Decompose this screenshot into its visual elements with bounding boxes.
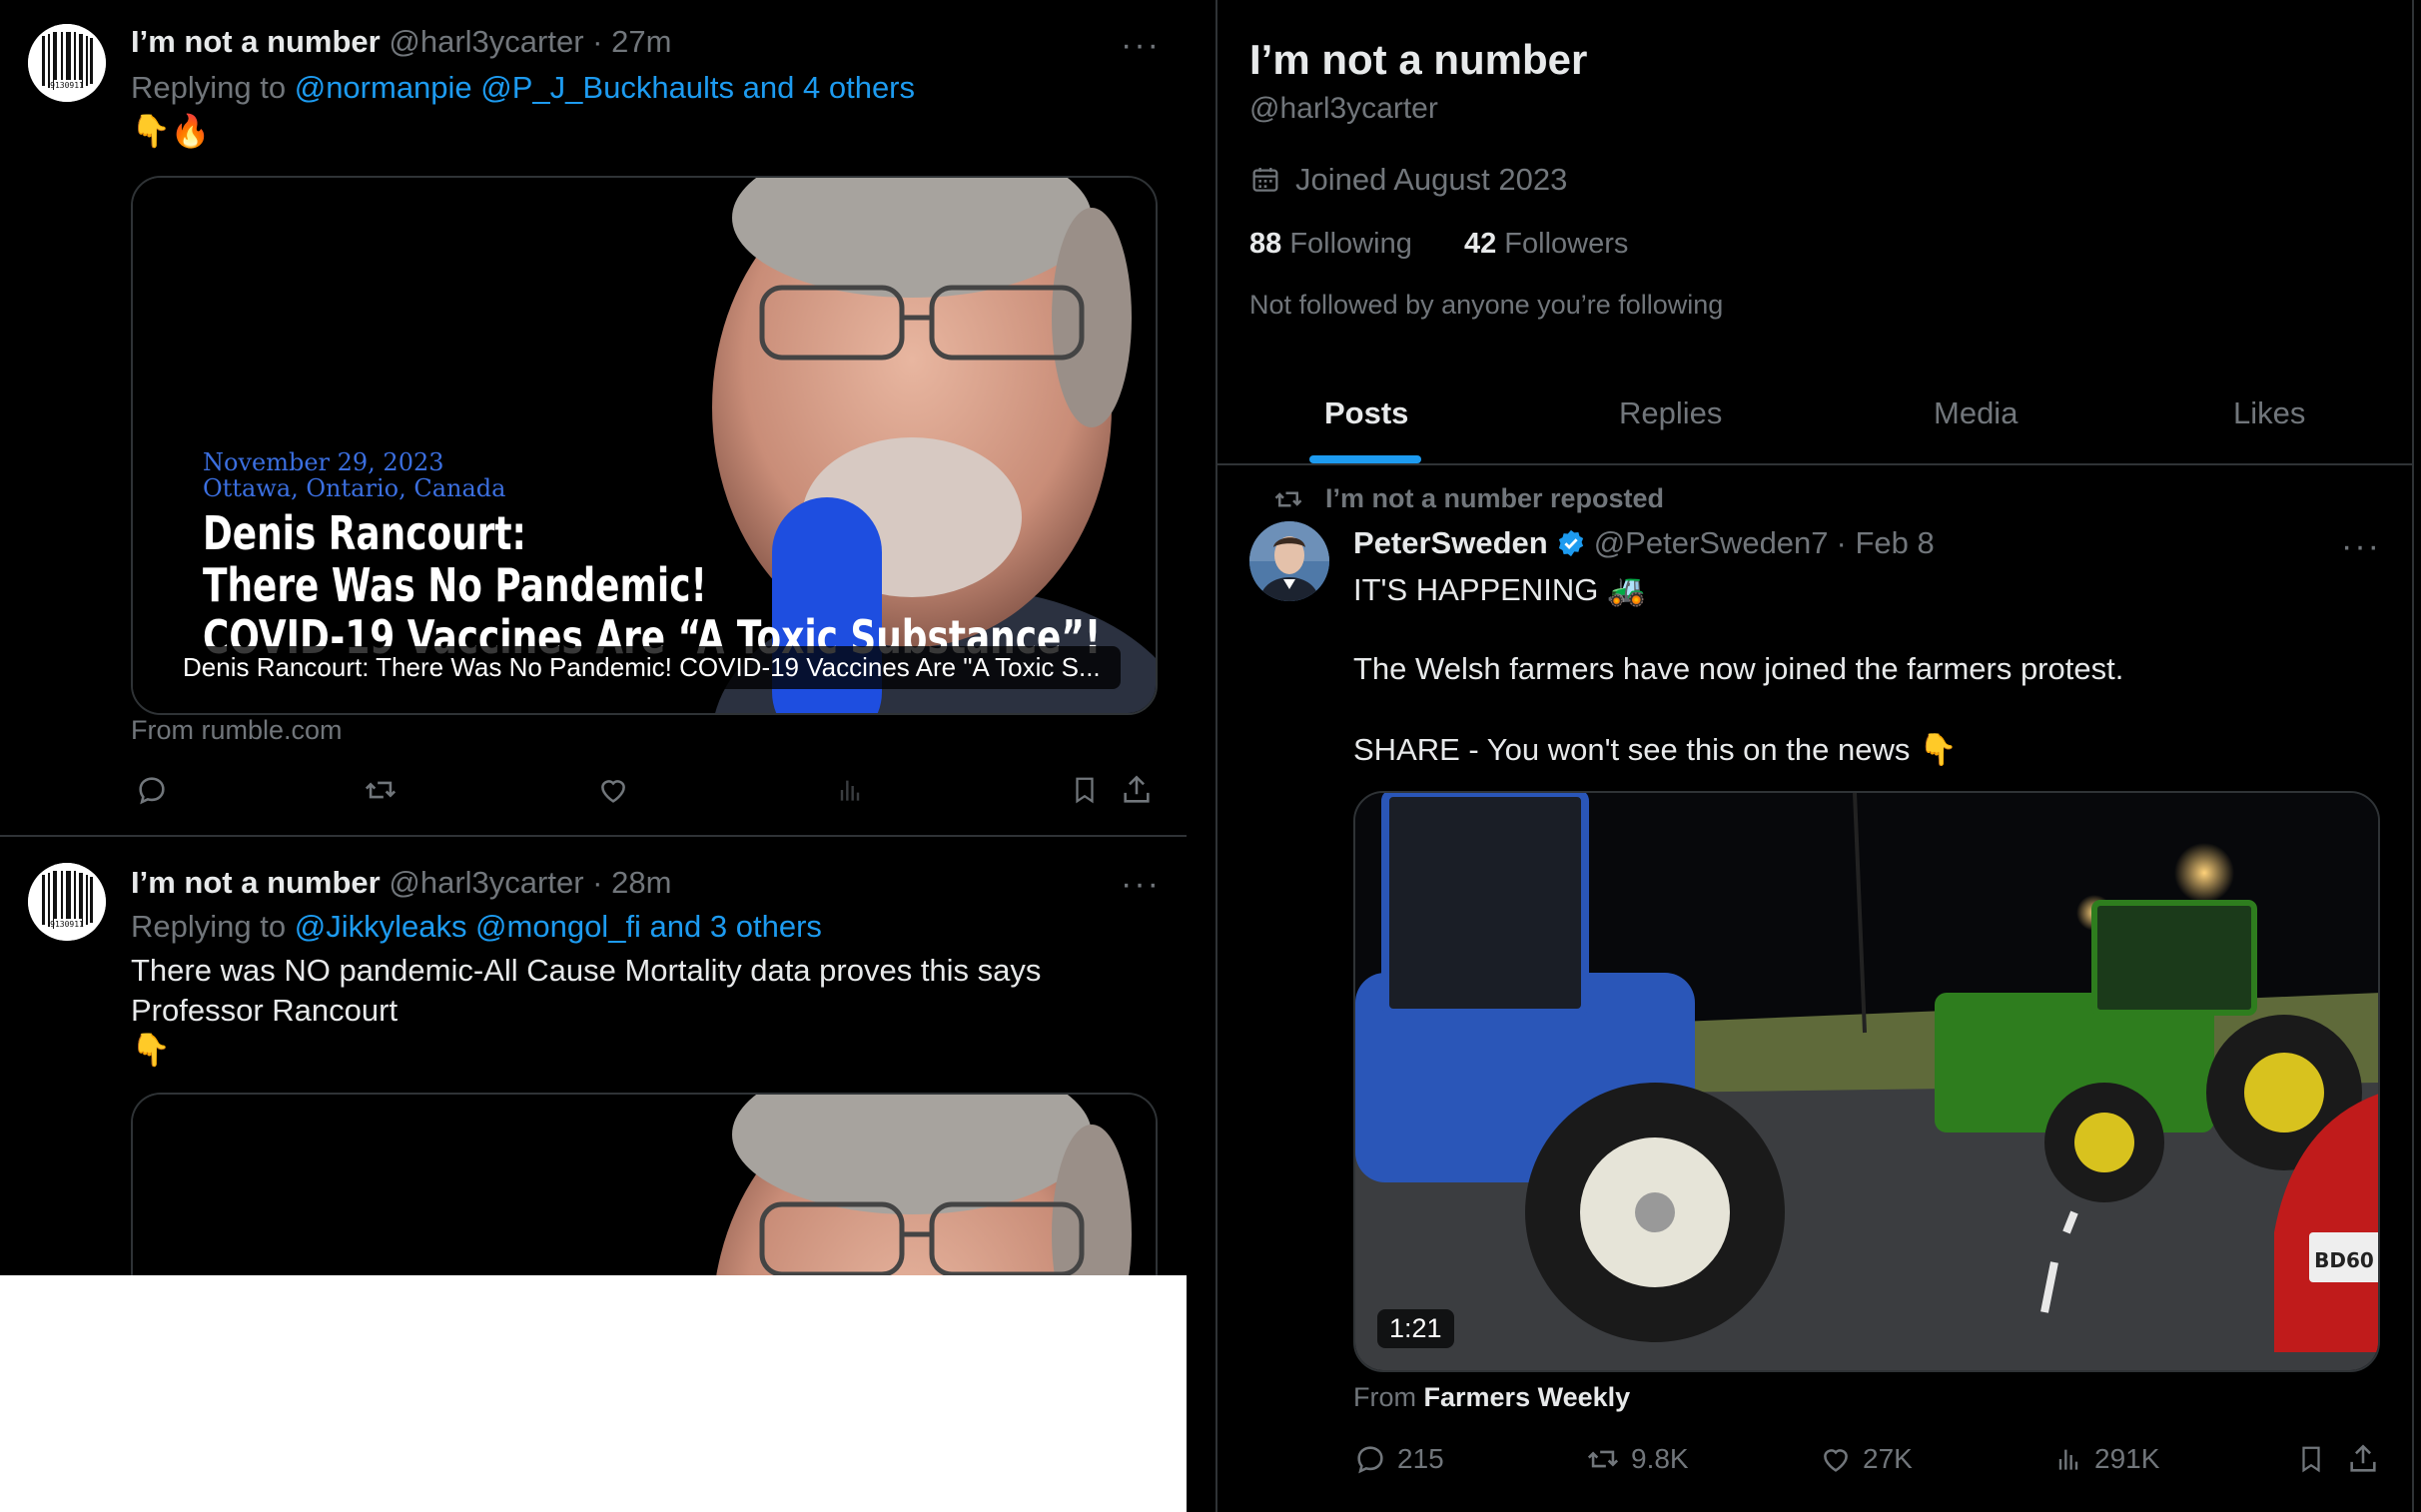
author-handle[interactable]: @harl3ycarter xyxy=(389,865,583,900)
followers-count: 42 xyxy=(1463,228,1497,260)
source-prefix: From xyxy=(1353,1382,1416,1412)
tweet-actions xyxy=(131,773,1158,813)
share-button[interactable] xyxy=(2346,1442,2380,1476)
author-handle[interactable]: @PeterSweden7 xyxy=(1594,525,1829,561)
tab-replies[interactable]: Replies xyxy=(1619,395,1722,431)
reposted-by-text: I’m not a number reposted xyxy=(1325,483,1665,513)
following-link[interactable]: 88 Following xyxy=(1249,228,1412,260)
tab-likes[interactable]: Likes xyxy=(2233,395,2305,431)
profile-tabs: Posts Replies Media Likes xyxy=(1217,360,2412,465)
calendar-icon xyxy=(1249,164,1281,196)
card-thumbnail-image xyxy=(133,1095,1156,1275)
reply-icon xyxy=(1353,1442,1387,1476)
avatar[interactable]: 9130911 xyxy=(28,863,106,941)
repost-count: 9.8K xyxy=(1631,1443,1689,1474)
replying-to-users[interactable]: @Jikkyleaks @mongol_fi and 3 others xyxy=(295,909,822,944)
post-date[interactable]: · Feb 8 xyxy=(1837,525,1935,561)
repost-icon xyxy=(1585,1442,1621,1476)
joined-text: Joined August 2023 xyxy=(1295,162,1568,197)
card-source[interactable]: From rumble.com xyxy=(131,715,343,746)
link-card[interactable] xyxy=(131,1093,1158,1275)
tab-posts[interactable]: Posts xyxy=(1324,395,1408,431)
card-title: Denis Rancourt: There Was No Pandemic! C… xyxy=(163,646,1121,689)
not-followed-note: Not followed by anyone you’re following xyxy=(1249,290,1724,320)
card-date: November 29, 2023 xyxy=(203,448,444,476)
replying-to-label: Replying to xyxy=(131,909,287,944)
blank-area xyxy=(0,1275,1187,1512)
replying-to-label: Replying to xyxy=(131,70,287,105)
profile-panel: I’m not a number @harl3ycarter Joined Au… xyxy=(1217,0,2412,1512)
source-name[interactable]: Farmers Weekly xyxy=(1424,1382,1631,1412)
followers-label: Followers xyxy=(1504,228,1629,260)
post-text: SHARE - You won't see this on the news 👇 xyxy=(1353,732,1958,767)
svg-text:9130911: 9130911 xyxy=(50,920,84,929)
panel-edge xyxy=(2412,0,2414,1512)
profile-handle: @harl3ycarter xyxy=(1249,92,1438,125)
like-icon xyxy=(1819,1442,1853,1476)
tweet-emojis: 👇🔥 xyxy=(131,113,211,149)
left-timeline: 9130911 I’m not a number @harl3ycarter ·… xyxy=(0,0,1187,1275)
tweet-text: There was NO pandemic-All Cause Mortalit… xyxy=(131,953,1042,988)
repost-context[interactable]: I’m not a number reposted xyxy=(1271,483,1664,514)
tweet-time[interactable]: · 28m xyxy=(592,865,671,900)
tweet-emoji: 👇 xyxy=(131,1032,171,1068)
author-name[interactable]: I’m not a number xyxy=(131,24,381,59)
avatar[interactable] xyxy=(1249,521,1329,601)
views-icon[interactable] xyxy=(834,773,866,807)
repost-icon xyxy=(1271,484,1305,514)
repost-button[interactable]: 9.8K xyxy=(1585,1442,1689,1476)
share-icon[interactable] xyxy=(1120,773,1154,807)
post-actions: 215 9.8K 27K 291K xyxy=(1353,1442,2380,1482)
video-duration: 1:21 xyxy=(1377,1309,1454,1348)
more-options-icon[interactable]: ··· xyxy=(2341,529,2381,563)
tweet[interactable]: 9130911 I’m not a number @harl3ycarter ·… xyxy=(0,0,1187,835)
post-text: IT'S HAPPENING 🚜 xyxy=(1353,572,1646,607)
bookmark-button[interactable] xyxy=(2296,1442,2326,1476)
author-name[interactable]: PeterSweden xyxy=(1353,525,1548,561)
card-headline: There Was No Pandemic! xyxy=(203,558,707,612)
profile-name: I’m not a number xyxy=(1249,36,1588,83)
following-label: Following xyxy=(1289,228,1412,260)
repost-icon[interactable] xyxy=(363,773,399,807)
verified-badge-icon xyxy=(1556,528,1586,558)
card-headline: Denis Rancourt: xyxy=(203,506,526,560)
tweet-time[interactable]: · 27m xyxy=(592,24,671,59)
replying-to-users[interactable]: @normanpie @P_J_Buckhaults and 4 others xyxy=(295,70,915,105)
share-icon xyxy=(2346,1442,2380,1476)
bookmark-icon[interactable] xyxy=(1070,773,1100,807)
views-count: 291K xyxy=(2094,1443,2160,1474)
author-handle[interactable]: @harl3ycarter xyxy=(389,24,583,59)
like-button[interactable]: 27K xyxy=(1819,1442,1913,1476)
reply-count: 215 xyxy=(1397,1443,1444,1474)
post-text: The Welsh farmers have now joined the fa… xyxy=(1353,651,2124,686)
reply-icon[interactable] xyxy=(135,773,169,807)
like-count: 27K xyxy=(1863,1443,1913,1474)
plate-text: BD60 xyxy=(2314,1248,2374,1272)
avatar[interactable]: 9130911 xyxy=(28,24,106,102)
author-name[interactable]: I’m not a number xyxy=(131,865,381,900)
more-options-icon[interactable]: ··· xyxy=(1121,867,1161,901)
video-thumbnail-image: BD60 xyxy=(1355,793,2378,1370)
followers-link[interactable]: 42 Followers xyxy=(1464,228,1628,260)
more-options-icon[interactable]: ··· xyxy=(1121,28,1161,62)
bookmark-icon xyxy=(2296,1442,2326,1476)
tweet[interactable]: 9130911 I’m not a number @harl3ycarter ·… xyxy=(0,837,1187,1275)
views-icon xyxy=(2052,1442,2084,1476)
active-tab-indicator xyxy=(1309,455,1421,463)
tweet-text: Professor Rancourt xyxy=(131,993,399,1028)
reply-button[interactable]: 215 xyxy=(1353,1442,1444,1476)
svg-text:9130911: 9130911 xyxy=(50,81,84,90)
views-button[interactable]: 291K xyxy=(2052,1442,2159,1476)
card-location: Ottawa, Ontario, Canada xyxy=(203,474,506,502)
tab-media[interactable]: Media xyxy=(1934,395,2018,431)
link-card[interactable]: November 29, 2023 Ottawa, Ontario, Canad… xyxy=(131,176,1158,715)
following-count: 88 xyxy=(1249,228,1282,260)
like-icon[interactable] xyxy=(596,773,630,807)
video-player[interactable]: BD60 1:21 xyxy=(1353,791,2380,1372)
joined-date: Joined August 2023 xyxy=(1249,162,1567,198)
